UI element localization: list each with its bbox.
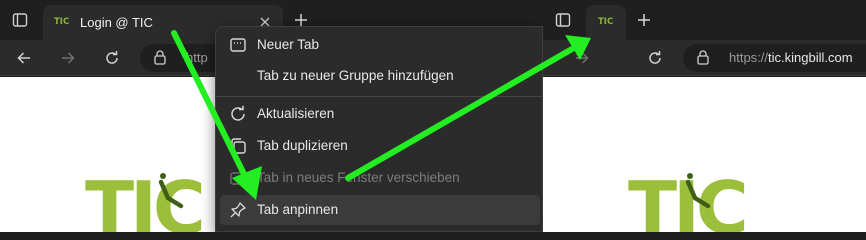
- tab-actions-icon[interactable]: [549, 6, 577, 34]
- menu-item-new-tab[interactable]: Neuer Tab: [220, 30, 540, 60]
- menu-item-move-to-new-window[interactable]: Tab in neues Fenster verschieben: [220, 163, 540, 193]
- menu-item-add-to-group[interactable]: Tab zu neuer Gruppe hinzufügen: [220, 61, 540, 91]
- menu-divider: [216, 96, 542, 97]
- address-text: https://tic.kingbill.com: [729, 50, 853, 65]
- address-text: http: [186, 50, 208, 65]
- right-browser-window: TIC https://tic.kingbill.com TIC: [543, 0, 866, 232]
- page-content: TIC: [543, 77, 866, 232]
- left-browser-window: TIC Login @ TIC http TIC Neuer Tab Tab z…: [0, 0, 543, 232]
- menu-item-duplicate-tab[interactable]: Tab duplizieren: [220, 131, 540, 161]
- lock-icon: [154, 50, 166, 70]
- tab-title: Login @ TIC: [80, 15, 153, 30]
- refresh-icon: [229, 105, 247, 123]
- pin-icon: [229, 201, 247, 219]
- tic-favicon-icon: TIC: [54, 17, 70, 27]
- tic-logo: TIC: [628, 170, 748, 232]
- duplicate-icon: [229, 137, 247, 155]
- tic-favicon-icon: TIC: [598, 17, 614, 27]
- new-tab-plus-icon[interactable]: [630, 6, 658, 34]
- menu-item-refresh[interactable]: Aktualisieren: [220, 99, 540, 129]
- tab-strip: TIC: [543, 0, 866, 40]
- refresh-icon[interactable]: [641, 44, 669, 72]
- back-arrow-icon[interactable]: [10, 44, 38, 72]
- tab-context-menu: Neuer Tab Tab zu neuer Gruppe hinzufügen…: [215, 26, 543, 232]
- forward-arrow-icon[interactable]: [568, 44, 596, 72]
- lock-icon: [697, 50, 709, 70]
- forward-arrow-icon[interactable]: [54, 44, 82, 72]
- menu-item-pin-tab[interactable]: Tab anpinnen: [220, 195, 540, 225]
- tic-logo: TIC: [85, 170, 205, 232]
- new-tab-icon: [229, 36, 247, 54]
- toolbar: https://tic.kingbill.com: [543, 40, 866, 76]
- pinned-tab-tic[interactable]: TIC: [586, 5, 626, 40]
- refresh-icon[interactable]: [98, 44, 126, 72]
- tab-actions-icon[interactable]: [6, 6, 34, 34]
- address-bar[interactable]: https://tic.kingbill.com: [683, 44, 866, 72]
- move-window-icon: [229, 169, 247, 187]
